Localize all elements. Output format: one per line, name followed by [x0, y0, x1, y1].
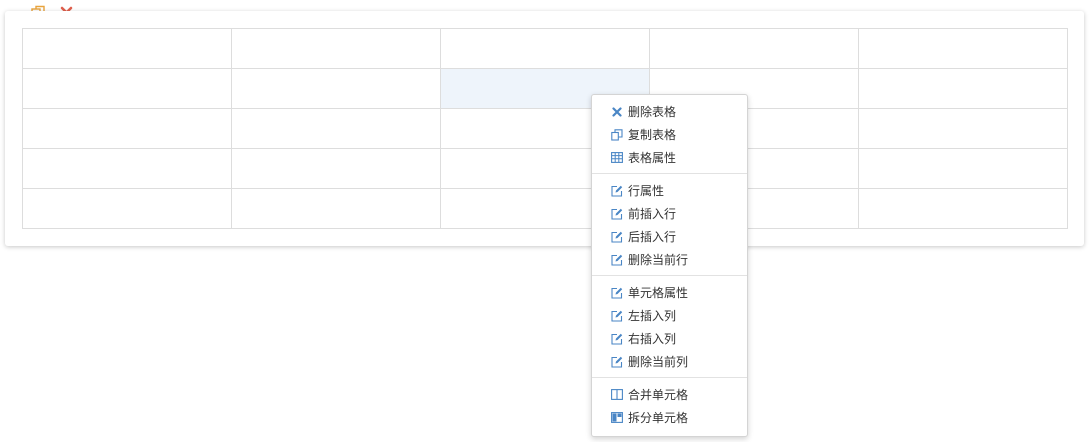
menu-item-insert-row-after[interactable]: 后插入行: [592, 225, 747, 248]
table-cell[interactable]: [858, 148, 1068, 189]
table-cell[interactable]: [858, 28, 1068, 69]
edit-icon: [611, 231, 623, 243]
menu-item-label: 复制表格: [628, 128, 677, 142]
table-cell[interactable]: [649, 28, 859, 69]
edit-icon: [611, 333, 623, 345]
menu-item-label: 表格属性: [628, 151, 677, 165]
table-row: [22, 148, 1068, 189]
menu-item-label: 单元格属性: [628, 286, 689, 300]
menu-item-label: 合并单元格: [628, 388, 689, 402]
menu-item-label: 删除表格: [628, 105, 677, 119]
merge-cells-icon: [611, 389, 623, 401]
menu-item-delete-row[interactable]: 删除当前行: [592, 248, 747, 271]
menu-item-delete-col[interactable]: 删除当前列: [592, 350, 747, 373]
menu-item-label: 左插入列: [628, 309, 677, 323]
edit-icon: [611, 254, 623, 266]
context-menu: 删除表格 复制表格 表格属性 行属性 前插入行 后插入行 删除当前行 单元格属性…: [591, 94, 748, 437]
table-icon: [611, 152, 623, 164]
menu-item-copy-table[interactable]: 复制表格: [592, 123, 747, 146]
menu-item-label: 后插入行: [628, 230, 677, 244]
close-icon: [611, 106, 623, 118]
menu-item-label: 前插入行: [628, 207, 677, 221]
table-cell[interactable]: [231, 108, 441, 149]
menu-item-insert-row-before[interactable]: 前插入行: [592, 202, 747, 225]
table-row: [22, 28, 1068, 69]
menu-item-label: 行属性: [628, 184, 665, 198]
table-cell[interactable]: [858, 108, 1068, 149]
table-cell[interactable]: [440, 28, 650, 69]
menu-item-label: 删除当前行: [628, 253, 689, 267]
menu-item-split-cells[interactable]: 拆分单元格: [592, 406, 747, 429]
copy-icon: [611, 128, 623, 141]
table-cell[interactable]: [22, 108, 232, 149]
table-cell[interactable]: [231, 148, 441, 189]
table-cell[interactable]: [22, 188, 232, 229]
table-cell[interactable]: [858, 68, 1068, 109]
menu-item-label: 删除当前列: [628, 355, 689, 369]
menu-item-insert-col-left[interactable]: 左插入列: [592, 304, 747, 327]
menu-group-merge: 合并单元格 拆分单元格: [592, 378, 747, 433]
table-cell[interactable]: [22, 68, 232, 109]
menu-item-insert-col-right[interactable]: 右插入列: [592, 327, 747, 350]
table-cell[interactable]: [22, 148, 232, 189]
menu-item-row-properties[interactable]: 行属性: [592, 179, 747, 202]
edit-icon: [611, 208, 623, 220]
edit-icon: [611, 356, 623, 368]
menu-item-cell-properties[interactable]: 单元格属性: [592, 281, 747, 304]
table-cell[interactable]: [858, 188, 1068, 229]
split-cells-icon: [611, 412, 623, 424]
table-row: [22, 108, 1068, 149]
table-cell[interactable]: [231, 188, 441, 229]
edit-icon: [611, 185, 623, 197]
edit-icon: [611, 287, 623, 299]
menu-group-cell: 单元格属性 左插入列 右插入列 删除当前列: [592, 276, 747, 377]
table-panel: [5, 11, 1084, 246]
menu-item-label: 右插入列: [628, 332, 677, 346]
menu-item-delete-table[interactable]: 删除表格: [592, 100, 747, 123]
menu-group-table: 删除表格 复制表格 表格属性: [592, 95, 747, 173]
table-row: [22, 68, 1068, 109]
table-cell[interactable]: [231, 28, 441, 69]
edit-icon: [611, 310, 623, 322]
table-cell[interactable]: [22, 28, 232, 69]
menu-item-table-properties[interactable]: 表格属性: [592, 146, 747, 169]
menu-group-row: 行属性 前插入行 后插入行 删除当前行: [592, 174, 747, 275]
menu-item-label: 拆分单元格: [628, 411, 689, 425]
table-row: [22, 188, 1068, 229]
menu-item-merge-cells[interactable]: 合并单元格: [592, 383, 747, 406]
table-cell[interactable]: [231, 68, 441, 109]
table-grid[interactable]: [22, 28, 1068, 229]
